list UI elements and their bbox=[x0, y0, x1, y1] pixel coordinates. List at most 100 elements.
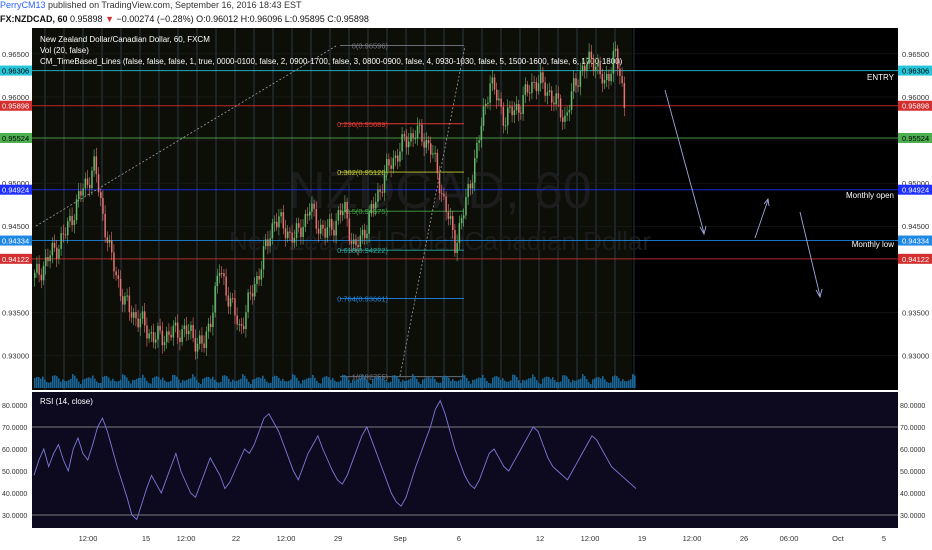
candle-body bbox=[234, 298, 236, 316]
candle-body bbox=[619, 68, 621, 76]
volume-bar bbox=[168, 381, 170, 388]
volume-bar bbox=[118, 380, 120, 388]
candle-body bbox=[205, 331, 208, 349]
volume-bar bbox=[312, 374, 314, 388]
price-axis-right[interactable]: 0.965000.960000.955000.950000.945000.935… bbox=[898, 28, 932, 390]
price-axis-left[interactable]: 0.965000.960000.955000.950000.945000.935… bbox=[0, 28, 32, 390]
candle-body bbox=[115, 271, 117, 276]
candle-body bbox=[590, 51, 593, 59]
price-tick-label: 0.94500 bbox=[2, 222, 29, 231]
chart-canvas[interactable]: NZDCAD, 60 New Zealand Dollar/Canadian D… bbox=[0, 28, 932, 550]
candle-body bbox=[399, 151, 401, 162]
candle-body bbox=[535, 82, 538, 92]
indicator-legend: CM_TimeBased_Lines (false, false, false,… bbox=[40, 57, 623, 66]
rsi-axis-right[interactable]: 80.0000 70.0000 60.0000 50.0000 40.0000 30.00… bbox=[898, 392, 932, 528]
volume-bar bbox=[584, 376, 586, 388]
candle-body bbox=[34, 272, 36, 278]
volume-bar bbox=[440, 382, 442, 388]
volume-bar bbox=[458, 380, 460, 388]
candle-body bbox=[282, 212, 285, 229]
volume-bar bbox=[206, 376, 208, 388]
volume-bar bbox=[610, 382, 612, 388]
rsi-tick-label: 30.0000 bbox=[2, 513, 27, 520]
volume-bar bbox=[376, 376, 378, 388]
volume-bar bbox=[224, 375, 226, 388]
volume-bar bbox=[490, 383, 492, 388]
volume-legend: Vol (20, false) bbox=[40, 46, 89, 55]
candle-body bbox=[557, 93, 560, 99]
time-tick-label: 5 bbox=[882, 534, 886, 543]
rsi-axis-left-bg bbox=[0, 392, 32, 528]
volume-bar bbox=[280, 380, 282, 388]
candle-body bbox=[612, 50, 615, 74]
monthly-open-label[interactable]: Monthly open bbox=[846, 191, 894, 200]
price-tag-right-value: 0.95898 bbox=[902, 102, 929, 111]
candle-body bbox=[256, 275, 258, 285]
candle-body bbox=[449, 216, 452, 219]
time-tick-label: 12:00 bbox=[79, 534, 98, 543]
volume-bar bbox=[388, 382, 390, 388]
candle-body bbox=[188, 330, 190, 335]
rsi-tick-label: 40.0000 bbox=[900, 491, 925, 498]
candle-body bbox=[617, 48, 619, 69]
candle-body bbox=[47, 257, 49, 262]
candle-body bbox=[212, 312, 214, 328]
candle-body bbox=[170, 334, 172, 338]
volume-bar bbox=[104, 375, 106, 388]
candle-body bbox=[192, 325, 194, 338]
author-link[interactable]: PerryCM13 bbox=[0, 0, 46, 10]
candle-body bbox=[364, 229, 366, 239]
candle-body bbox=[357, 245, 359, 248]
volume-bar bbox=[520, 383, 522, 388]
candle-body bbox=[183, 325, 186, 330]
volume-bar bbox=[44, 379, 46, 388]
candle-body bbox=[302, 226, 304, 237]
candle-body bbox=[166, 331, 168, 343]
candle-body bbox=[405, 136, 408, 148]
volume-bar bbox=[536, 380, 538, 388]
volume-bar bbox=[186, 379, 188, 388]
candle-body bbox=[610, 73, 612, 82]
candle-body bbox=[152, 332, 155, 343]
volume-bar bbox=[558, 382, 560, 388]
entry-label[interactable]: ENTRY bbox=[867, 73, 895, 82]
candle-body bbox=[62, 233, 65, 235]
candle-body bbox=[480, 125, 483, 141]
volume-bar bbox=[262, 375, 264, 388]
volume-bar bbox=[222, 375, 224, 388]
last-price: 0.95898 bbox=[70, 14, 103, 24]
volume-bar bbox=[428, 377, 430, 388]
volume-bar bbox=[260, 378, 262, 388]
candle-body bbox=[511, 106, 513, 116]
volume-bar bbox=[534, 376, 536, 388]
volume-bar bbox=[316, 380, 318, 388]
candle-body bbox=[38, 263, 40, 275]
volume-bar bbox=[88, 377, 90, 388]
candle-body bbox=[225, 276, 227, 296]
candle-body bbox=[441, 193, 443, 195]
candle-body bbox=[326, 227, 329, 238]
candle-body bbox=[372, 203, 375, 209]
monthly-low-label[interactable]: Monthly low bbox=[852, 240, 894, 249]
candle-body bbox=[608, 73, 610, 82]
volume-bar bbox=[328, 377, 330, 388]
candle-body bbox=[586, 64, 588, 71]
volume-bar bbox=[606, 381, 608, 388]
rsi-tick-label: 70.0000 bbox=[900, 425, 925, 432]
price-tag-right-value: 0.94924 bbox=[902, 186, 929, 195]
fib-level-label: 0.5(0.94675) bbox=[345, 207, 388, 216]
volume-bar bbox=[538, 382, 540, 388]
volume-bar bbox=[332, 377, 334, 388]
candle-body bbox=[102, 197, 104, 214]
volume-bar bbox=[326, 376, 328, 388]
candle-body bbox=[155, 339, 157, 343]
volume-bar bbox=[136, 378, 138, 388]
volume-bar bbox=[310, 378, 312, 388]
volume-bar bbox=[34, 377, 36, 388]
candle-body bbox=[108, 240, 111, 243]
candle-body bbox=[317, 228, 320, 234]
rsi-axis-left[interactable]: 80.0000 70.0000 60.0000 50.0000 40.0000 30.00… bbox=[0, 392, 32, 528]
candle-body bbox=[168, 331, 170, 335]
candle-body bbox=[278, 216, 280, 228]
candle-body bbox=[346, 201, 348, 219]
